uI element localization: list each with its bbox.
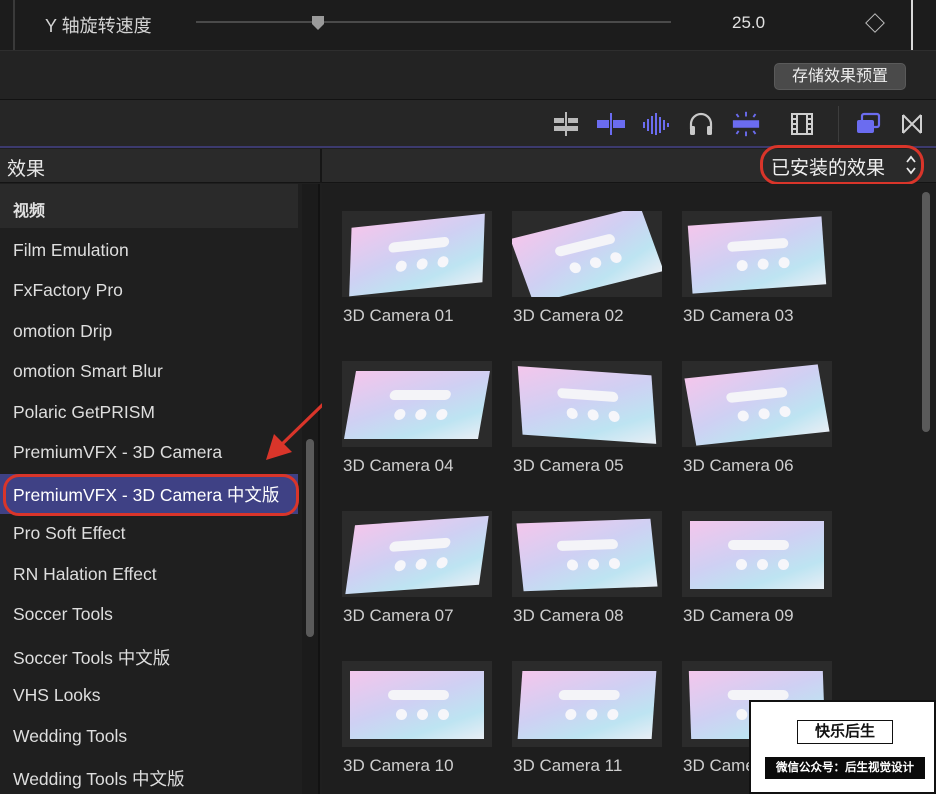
category-item[interactable]: Wedding Tools 中文版 — [0, 758, 298, 794]
category-label: PremiumVFX - 3D Camera — [13, 442, 223, 462]
inspector-param-row: Y 轴旋转速度 25.0 — [0, 0, 936, 50]
transitions-icon[interactable] — [897, 110, 927, 138]
effect-tile[interactable]: 3D Camera 03 — [682, 211, 834, 333]
effect-label: 3D Camera 04 — [343, 456, 454, 475]
save-effects-preset-button[interactable]: 存储效果预置 — [774, 63, 906, 90]
effect-tile[interactable]: 3D Camera 07 — [342, 511, 494, 633]
effect-thumbnail — [342, 361, 492, 447]
grid-scrollbar-thumb[interactable] — [922, 192, 930, 432]
category-label: Polaric GetPRISM — [13, 402, 155, 422]
watermark-title: 快乐后生 — [797, 720, 893, 744]
category-label: Soccer Tools 中文版 — [13, 648, 171, 668]
category-label: Film Emulation — [13, 240, 129, 260]
inspector-frame-left — [13, 0, 15, 50]
video-inspector-icon[interactable] — [551, 110, 581, 138]
category-label: Wedding Tools 中文版 — [13, 769, 185, 789]
keyframe-button[interactable] — [865, 13, 885, 33]
param-value[interactable]: 25.0 — [732, 13, 765, 33]
param-slider-track[interactable] — [196, 21, 671, 23]
category-group-video[interactable]: 视频 — [0, 184, 298, 228]
category-item[interactable]: PremiumVFX - 3D Camera — [0, 434, 298, 474]
effect-thumbnail — [682, 511, 832, 597]
sidebar-scrollbar-thumb[interactable] — [306, 439, 314, 637]
param-slider-thumb[interactable] — [311, 15, 325, 31]
effect-label: 3D Camera 03 — [683, 306, 794, 325]
effect-label: 3D Camera 07 — [343, 606, 454, 625]
category-item[interactable]: Wedding Tools — [0, 718, 298, 758]
effect-tile[interactable]: 3D Camera 06 — [682, 361, 834, 483]
category-label: Soccer Tools — [13, 604, 113, 624]
effect-label: 3D Camera 05 — [513, 456, 624, 475]
title-roles-icon[interactable] — [731, 110, 761, 138]
effect-thumbnail — [682, 361, 832, 447]
audio-roles-icon[interactable] — [641, 110, 671, 138]
category-item[interactable]: Pro Soft Effect — [0, 515, 298, 555]
effects-title: 效果 — [7, 159, 46, 180]
category-item[interactable]: Polaric GetPRISM — [0, 394, 298, 434]
category-item[interactable]: Soccer Tools 中文版 — [0, 637, 298, 677]
toolbar-separator — [838, 106, 839, 142]
category-item[interactable]: omotion Smart Blur — [0, 353, 298, 393]
browser-toolbar — [0, 100, 936, 148]
effect-label: 3D Camera 09 — [683, 606, 794, 625]
effect-thumbnail — [342, 211, 492, 297]
category-item[interactable]: FxFactory Pro — [0, 272, 298, 312]
preset-bar: 存储效果预置 — [0, 50, 936, 100]
category-label: Wedding Tools — [13, 726, 128, 746]
effect-tile[interactable]: 3D Camera 08 — [512, 511, 664, 633]
inspector-frame-right — [911, 0, 913, 50]
selection-highlight-ring — [3, 474, 299, 516]
effect-label: 3D Camera 10 — [343, 756, 454, 775]
category-item[interactable]: Film Emulation — [0, 232, 298, 272]
effect-tile[interactable]: 3D Camera 04 — [342, 361, 494, 483]
category-group-label: 视频 — [13, 203, 46, 220]
param-label: Y 轴旋转速度 — [45, 16, 152, 36]
category-item[interactable]: omotion Drip — [0, 313, 298, 353]
effect-thumbnail — [512, 361, 662, 447]
effect-thumbnail — [682, 211, 832, 297]
effect-label: 3D Camera 08 — [513, 606, 624, 625]
category-label: Pro Soft Effect — [13, 523, 126, 543]
effect-tile[interactable]: 3D Camera 05 — [512, 361, 664, 483]
effect-label: 3D Camera 06 — [683, 456, 794, 475]
category-label: FxFactory Pro — [13, 280, 123, 300]
effect-label: 3D Camera 11 — [513, 756, 623, 775]
updown-chevron-icon — [906, 155, 916, 175]
category-label: VHS Looks — [13, 685, 101, 705]
watermark-subtitle: 微信公众号：后生视觉设计 — [765, 757, 925, 779]
film-strip-icon[interactable] — [787, 110, 817, 138]
effect-label: 3D Camera 01 — [343, 306, 454, 325]
installed-effects-filter[interactable]: 已安装的效果 — [760, 145, 924, 185]
category-item[interactable]: RN Halation Effect — [0, 556, 298, 596]
effect-tile[interactable]: 3D Camera 11 — [512, 661, 664, 783]
effect-label: 3D Camera 02 — [513, 306, 624, 325]
effects-header: 效果 已安装的效果 — [0, 145, 936, 185]
category-item[interactable]: VHS Looks — [0, 677, 298, 717]
pane-divider[interactable] — [320, 149, 322, 183]
category-label: omotion Smart Blur — [13, 361, 163, 381]
video-roles-icon[interactable] — [596, 110, 626, 138]
effect-thumbnail — [512, 211, 662, 297]
effect-tile[interactable]: 3D Camera 02 — [512, 211, 664, 333]
watermark-box: 快乐后生 微信公众号：后生视觉设计 — [749, 700, 936, 794]
effect-tile[interactable]: 3D Camera 09 — [682, 511, 834, 633]
effect-thumbnail — [342, 511, 492, 597]
effect-tile[interactable]: 3D Camera 01 — [342, 211, 494, 333]
effect-thumbnail — [342, 661, 492, 747]
category-label: omotion Drip — [13, 321, 113, 341]
effect-thumbnail — [512, 511, 662, 597]
effects-browser-icon[interactable] — [853, 110, 883, 138]
headphones-icon[interactable] — [686, 110, 716, 138]
effect-thumbnail — [512, 661, 662, 747]
category-label: RN Halation Effect — [13, 564, 157, 584]
filter-label: 已安装的效果 — [771, 158, 886, 179]
category-item[interactable]: Soccer Tools — [0, 596, 298, 636]
effect-tile[interactable]: 3D Camera 10 — [342, 661, 494, 783]
